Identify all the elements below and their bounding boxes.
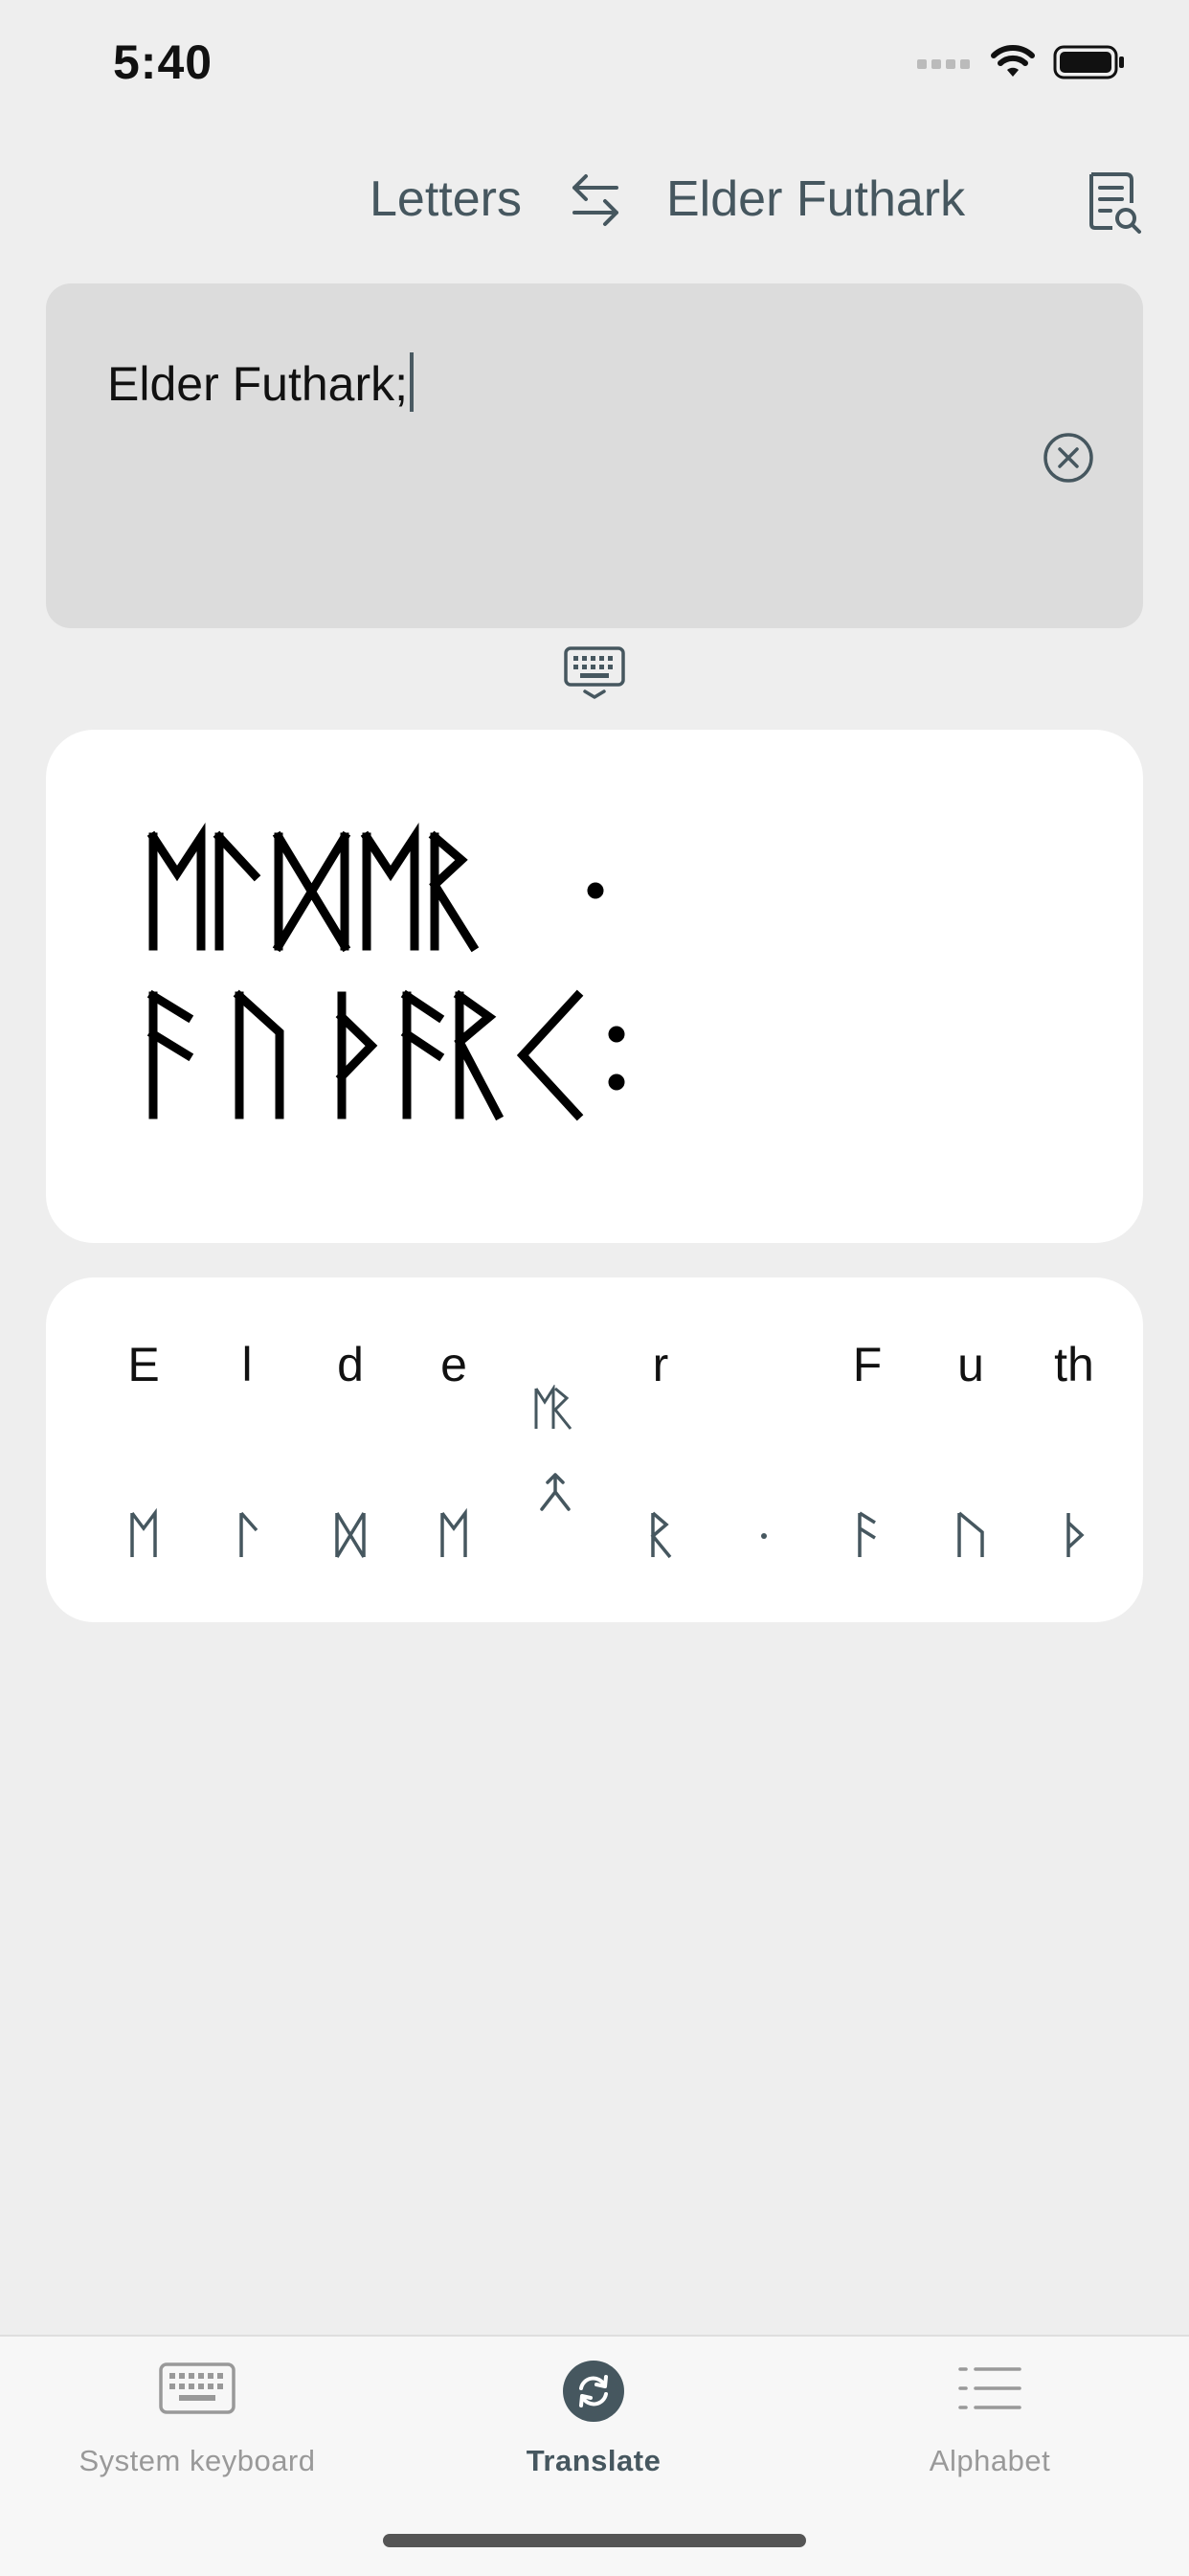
battery-icon [1053, 45, 1124, 79]
tab-label: System keyboard [79, 2444, 316, 2477]
latin-letter: u [957, 1338, 984, 1391]
keyboard-icon [159, 2362, 236, 2414]
rune-glyph-e [425, 1500, 482, 1569]
rune-glyph-d [322, 1500, 379, 1569]
latin-letter: E [127, 1338, 160, 1391]
target-language-button[interactable]: Elder Futhark [666, 170, 965, 228]
list-icon [958, 2367, 1021, 2409]
translate-refresh-icon [563, 2361, 624, 2422]
rune-glyph-separator [735, 1500, 793, 1569]
rune-glyph-th [1045, 1500, 1103, 1569]
hide-keyboard-button[interactable] [563, 645, 626, 703]
input-text-field[interactable]: Elder Futhark; [107, 352, 415, 412]
input-field-container[interactable] [46, 283, 1143, 628]
tab-alphabet[interactable]: Alphabet [846, 2354, 1133, 2488]
cellular-signal-icon [917, 59, 970, 69]
latin-letter: th [1054, 1338, 1094, 1391]
rune-glyph-f [839, 1500, 896, 1569]
tab-translate[interactable]: Translate [450, 2354, 737, 2488]
home-indicator[interactable] [383, 2534, 806, 2547]
swap-languages-button[interactable] [565, 169, 626, 230]
latin-letter: r [652, 1338, 669, 1391]
rune-output-card[interactable] [46, 730, 1143, 1243]
ligature-rune-er [534, 1383, 572, 1430]
status-time: 5:40 [113, 35, 213, 89]
input-value: Elder Futhark; [107, 357, 409, 411]
tab-label: Alphabet [929, 2444, 1051, 2477]
tab-system-keyboard[interactable]: System keyboard [54, 2354, 341, 2488]
history-button[interactable] [1084, 169, 1145, 237]
rune-glyph-l [218, 1500, 276, 1569]
rune-glyph-u [942, 1500, 999, 1569]
swap-arrows-icon [572, 174, 618, 226]
text-cursor [410, 352, 415, 412]
ligature-option[interactable] [532, 1383, 580, 1433]
merge-arrow-icon [536, 1471, 574, 1513]
transliteration-card [46, 1277, 1143, 1622]
keyboard-hide-icon [564, 646, 625, 699]
rune-line-2 [146, 989, 625, 1121]
latin-letter: d [337, 1338, 364, 1391]
wifi-icon [991, 45, 1035, 77]
clear-circle-icon [1043, 433, 1093, 483]
latin-letter: e [440, 1338, 467, 1391]
latin-letter: F [852, 1338, 883, 1391]
status-indicators [917, 44, 1126, 80]
clear-input-button[interactable] [1042, 431, 1095, 485]
document-search-icon [1089, 172, 1141, 234]
source-language-button[interactable]: Letters [370, 170, 522, 228]
rune-glyph-r [632, 1500, 689, 1569]
tab-label: Translate [526, 2444, 662, 2477]
rune-line-1 [146, 822, 604, 953]
rune-output-text [146, 822, 625, 1121]
rune-glyph-e [115, 1500, 172, 1569]
latin-letter: l [241, 1338, 253, 1391]
